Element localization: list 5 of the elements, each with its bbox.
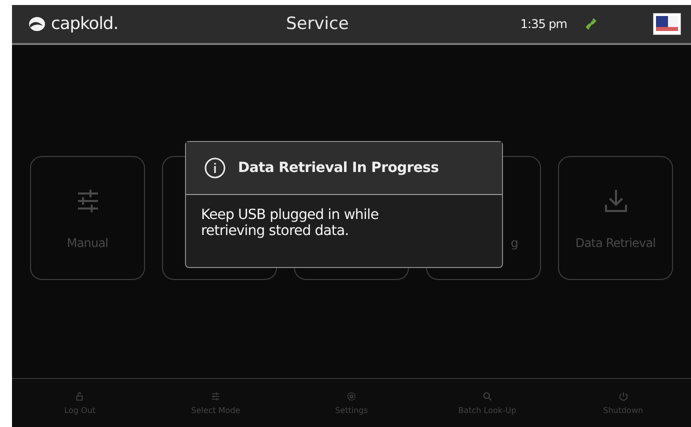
dialog-title: Data Retrieval In Progress bbox=[238, 160, 439, 176]
dialog-message: Keep USB plugged in while retrieving stored data. bbox=[200, 206, 380, 239]
clock-time: 1:35 pm bbox=[520, 17, 567, 31]
screen-title: Service bbox=[286, 14, 350, 34]
logo-text: capkold. bbox=[51, 14, 118, 34]
